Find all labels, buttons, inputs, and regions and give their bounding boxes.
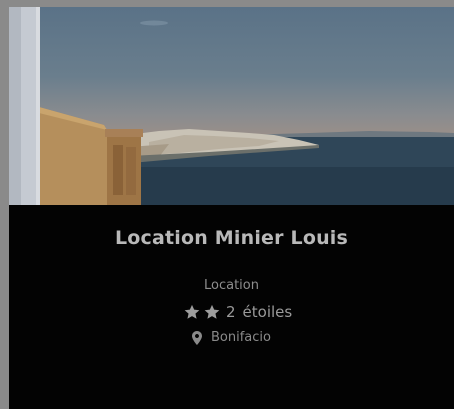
map-pin-icon	[192, 330, 202, 345]
star-icon	[203, 303, 221, 321]
stars-label: étoiles	[242, 303, 293, 321]
listing-title[interactable]: Location Minier Louis	[9, 227, 454, 249]
listing-info: Location Minier Louis Location 2 étoiles…	[9, 205, 454, 409]
listing-category: Location	[204, 278, 259, 293]
star-icon	[183, 303, 201, 321]
listing-photo[interactable]	[9, 7, 454, 205]
star-rating: 2 étoiles	[183, 302, 292, 322]
stars-count: 2	[226, 303, 236, 321]
listing-location: Bonifacio	[192, 330, 271, 345]
listing-card[interactable]: Location Minier Louis Location 2 étoiles…	[9, 7, 454, 409]
city-label: Bonifacio	[211, 330, 271, 345]
